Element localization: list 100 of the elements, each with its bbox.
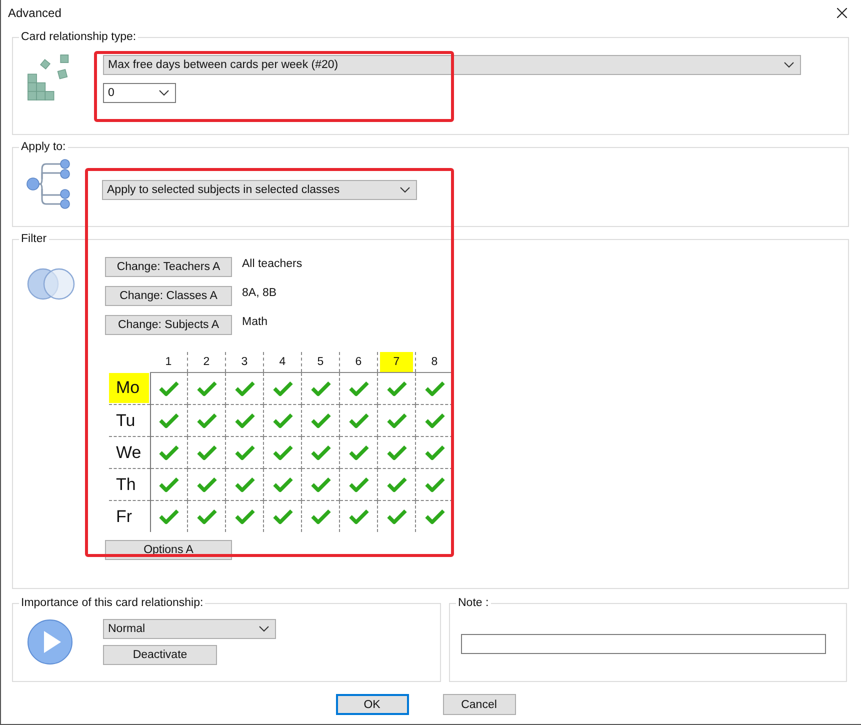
- period-header[interactable]: 6: [342, 352, 375, 372]
- check-icon: [310, 444, 332, 461]
- tree-icon: [26, 159, 72, 209]
- play-icon: [27, 619, 73, 665]
- caret-icon: [259, 626, 269, 632]
- check-icon: [158, 380, 180, 397]
- check-icon: [158, 508, 180, 525]
- slot-cell[interactable]: [378, 468, 416, 500]
- slot-cell[interactable]: [264, 404, 302, 436]
- slot-cell[interactable]: [378, 436, 416, 468]
- period-header[interactable]: 5: [304, 352, 337, 372]
- caret-icon: [159, 90, 169, 96]
- group-label: Filter: [20, 233, 48, 245]
- day-header[interactable]: Th: [109, 470, 149, 500]
- slot-cell[interactable]: [188, 436, 226, 468]
- close-icon[interactable]: [837, 8, 847, 18]
- check-icon: [424, 508, 446, 525]
- slot-cell[interactable]: [302, 500, 340, 532]
- slot-cell[interactable]: [340, 500, 378, 532]
- check-icon: [348, 444, 370, 461]
- check-icon: [424, 444, 446, 461]
- slot-cell[interactable]: [416, 500, 453, 532]
- check-icon: [234, 508, 256, 525]
- check-icon: [386, 380, 408, 397]
- check-icon: [424, 412, 446, 429]
- group-label: Importance of this card relationship:: [20, 597, 204, 609]
- period-header[interactable]: 1: [152, 352, 185, 372]
- change-button[interactable]: Change: Teachers A: [105, 257, 232, 277]
- check-icon: [272, 476, 294, 493]
- check-icon: [348, 476, 370, 493]
- slot-cell[interactable]: [340, 468, 378, 500]
- period-header[interactable]: 8: [418, 352, 451, 372]
- group-label: Note :: [457, 597, 490, 609]
- note-field[interactable]: [461, 634, 826, 654]
- check-icon: [158, 412, 180, 429]
- type-dropdown[interactable]: Max free days between cards per week (#20): [103, 55, 801, 75]
- slot-cell[interactable]: [188, 404, 226, 436]
- slot-cell[interactable]: [226, 468, 264, 500]
- filter-value: 8A, 8B: [242, 287, 277, 299]
- importance-dropdown[interactable]: Normal: [103, 619, 276, 639]
- dialog-button[interactable]: Cancel: [442, 694, 516, 715]
- group-label: Card relationship type:: [20, 31, 138, 43]
- scope-dropdown[interactable]: Apply to selected subjects in selected classes: [102, 180, 417, 200]
- check-icon: [234, 412, 256, 429]
- slot-cell[interactable]: [302, 436, 340, 468]
- day-header[interactable]: Fr: [109, 502, 149, 532]
- filter-value: Math: [242, 316, 268, 328]
- slot-cell[interactable]: [264, 468, 302, 500]
- dialog-button[interactable]: OK: [336, 694, 408, 715]
- period-header[interactable]: 4: [266, 352, 299, 372]
- deactivate-button[interactable]: Deactivate: [103, 645, 217, 665]
- check-icon: [196, 412, 218, 429]
- slot-cell[interactable]: [340, 404, 378, 436]
- check-icon: [310, 380, 332, 397]
- check-icon: [272, 444, 294, 461]
- slot-cell[interactable]: [302, 468, 340, 500]
- caret-icon: [400, 187, 410, 193]
- day-header[interactable]: We: [109, 438, 149, 468]
- slot-cell[interactable]: [264, 436, 302, 468]
- slot-cell[interactable]: [226, 436, 264, 468]
- slot-cell[interactable]: [416, 404, 453, 436]
- check-icon: [424, 476, 446, 493]
- slot-cell[interactable]: [378, 404, 416, 436]
- check-icon: [386, 412, 408, 429]
- period-header[interactable]: 2: [190, 352, 223, 372]
- check-icon: [310, 412, 332, 429]
- change-button[interactable]: Change: Classes A: [105, 286, 232, 306]
- day-header[interactable]: Mo: [109, 373, 149, 404]
- slot-cell[interactable]: [226, 404, 264, 436]
- caret-icon: [784, 62, 794, 68]
- period-header[interactable]: 7: [380, 352, 413, 372]
- check-icon: [234, 444, 256, 461]
- slot-cell[interactable]: [188, 500, 226, 532]
- check-icon: [234, 380, 256, 397]
- check-icon: [386, 444, 408, 461]
- filter-value: All teachers: [242, 258, 302, 270]
- slot-cell[interactable]: [378, 500, 416, 532]
- slot-cell[interactable]: [302, 404, 340, 436]
- check-icon: [158, 476, 180, 493]
- slot-cell[interactable]: [340, 436, 378, 468]
- value-dropdown[interactable]: 0: [103, 83, 176, 103]
- check-icon: [196, 508, 218, 525]
- check-icon: [234, 476, 256, 493]
- day-header[interactable]: Tu: [109, 406, 149, 436]
- check-icon: [348, 508, 370, 525]
- period-header[interactable]: 3: [228, 352, 261, 372]
- slot-cell[interactable]: [416, 468, 453, 500]
- slot-cell[interactable]: [188, 468, 226, 500]
- check-icon: [310, 476, 332, 493]
- slot-cell[interactable]: [416, 436, 453, 468]
- check-icon: [196, 380, 218, 397]
- change-button[interactable]: Change: Subjects A: [105, 315, 232, 335]
- check-icon: [386, 476, 408, 493]
- slot-cell[interactable]: [264, 500, 302, 532]
- check-icon: [196, 444, 218, 461]
- group-label: Apply to:: [20, 141, 67, 153]
- window-title: Advanced: [8, 6, 62, 20]
- check-icon: [386, 508, 408, 525]
- slot-cell[interactable]: [226, 500, 264, 532]
- check-icon: [424, 380, 446, 397]
